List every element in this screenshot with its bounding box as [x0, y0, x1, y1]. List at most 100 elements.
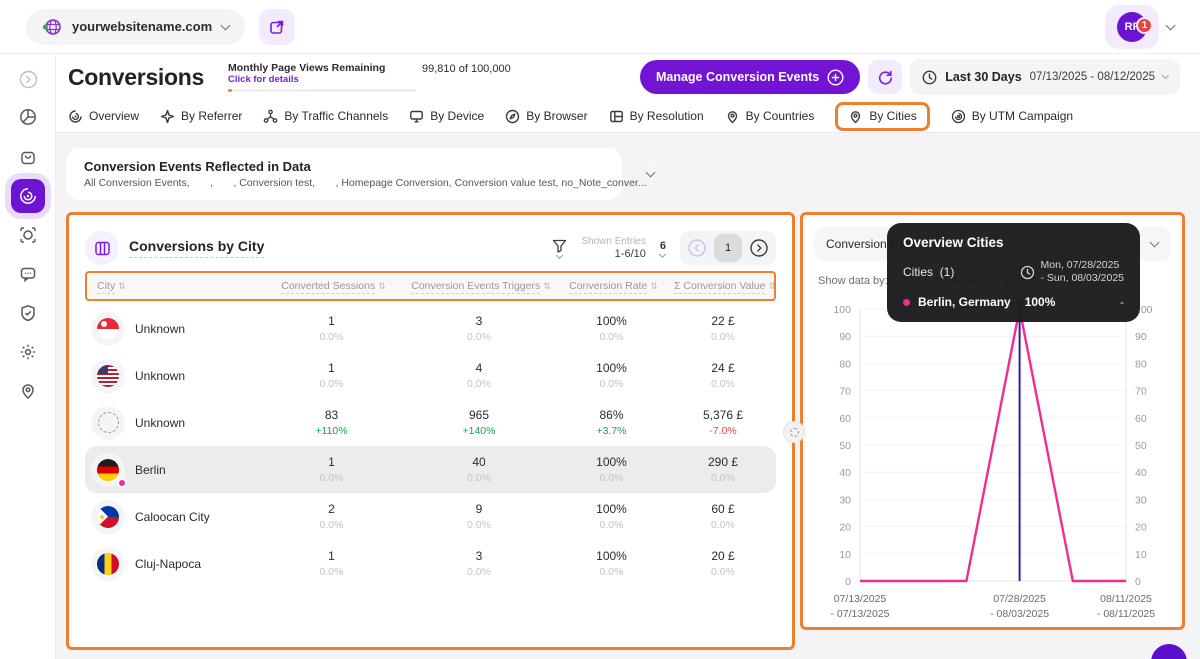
notification-badge: 1 [1136, 17, 1153, 34]
banner-subtitle: All Conversion Events, , , Conversion te… [84, 177, 647, 189]
floating-help-button[interactable] [1151, 644, 1187, 659]
tab-overview[interactable]: Overview [68, 109, 139, 124]
sidebar-item-ecommerce[interactable] [11, 140, 45, 174]
converted-sessions-delta: +110% [264, 425, 399, 437]
table-row[interactable]: Unknown 10.0% 30.0% 100%0.0% 22 £0.0% [85, 305, 776, 352]
conversion-value-value: 290 £ [664, 455, 782, 469]
svg-text:- 08/11/2025: - 08/11/2025 [1097, 608, 1155, 620]
usa-flag [97, 365, 119, 387]
conversion-rate-value: 100% [559, 361, 664, 375]
svg-text:40: 40 [1135, 467, 1147, 479]
sidebar-item-dashboard[interactable] [11, 100, 45, 134]
table-row[interactable]: Caloocan City 20.0% 90.0% 100%0.0% 60 £0… [85, 493, 776, 540]
previous-page-button[interactable] [684, 235, 710, 261]
svg-text:10: 10 [839, 549, 851, 561]
tooltip-series-value: 100% [1025, 295, 1056, 309]
city-name: Unknown [135, 416, 185, 430]
table-row[interactable]: Unknown 83+110% 965+140% 86%+3.7% 5,376 … [85, 399, 776, 446]
germany-flag [97, 459, 119, 481]
account-chevron-icon[interactable] [1166, 20, 1176, 30]
chevron-down-icon [221, 20, 231, 30]
conversion-rate-chart[interactable]: 0010102020303040405050606070708080909010… [814, 297, 1171, 632]
svg-text:0: 0 [845, 576, 851, 588]
converted-sessions-value: 1 [264, 314, 399, 328]
tab-label: By Browser [526, 109, 587, 123]
table-header-row: City⇅ Converted Sessions⇅ Conversion Eve… [85, 271, 776, 301]
date-range-value: 07/13/2025 - 08/12/2025 [1030, 71, 1155, 83]
manage-conversion-events-button[interactable]: Manage Conversion Events [640, 60, 860, 94]
website-name: yourwebsitename.com [72, 19, 212, 34]
table-filter-button[interactable] [552, 239, 567, 258]
sidebar-item-recordings[interactable] [11, 218, 45, 252]
events-triggers-value: 4 [399, 361, 559, 375]
column-conversion-rate[interactable]: Conversion Rate⇅ [561, 280, 666, 292]
chevron-down-icon [1162, 72, 1169, 79]
open-website-button[interactable] [259, 9, 295, 45]
banner-expand-button[interactable] [647, 157, 654, 191]
page-title: Conversions [68, 64, 204, 91]
tab-label: By Cities [869, 109, 916, 123]
tooltip-secondary-value: - [1120, 295, 1124, 309]
table-row[interactable]: Unknown 10.0% 40.0% 100%0.0% 24 £0.0% [85, 352, 776, 399]
panel-resize-handle[interactable] [783, 421, 805, 443]
philippines-flag [97, 506, 119, 528]
tab-label: By Traffic Channels [284, 109, 388, 123]
funnel-icon [552, 239, 567, 253]
tab-label: By Referrer [181, 109, 242, 123]
svg-text:- 07/13/2025: - 07/13/2025 [831, 608, 890, 620]
sort-icon: ⇅ [768, 281, 776, 291]
metric-selector-chevron-button[interactable] [1137, 227, 1171, 261]
quota-details-link[interactable]: Click for details [228, 74, 416, 85]
tooltip-title: Overview Cities [903, 235, 1124, 250]
events-triggers-value: 40 [399, 455, 559, 469]
chart-tooltip: Overview Cities Cities (1) Mon, 07/28/20… [887, 223, 1140, 322]
date-range-selector[interactable]: Last 30 Days 07/13/2025 - 08/12/2025 [910, 59, 1180, 95]
conversion-value-delta: 0.0% [664, 331, 782, 343]
column-conversion-events-triggers[interactable]: Conversion Events Triggers⇅ [401, 280, 561, 292]
tab-by-device[interactable]: By Device [409, 109, 484, 124]
current-page: 1 [714, 234, 742, 262]
chevron-down-icon [645, 168, 655, 178]
tab-by-countries[interactable]: By Countries [725, 109, 815, 124]
sidebar-collapse-button[interactable] [11, 62, 45, 96]
sidebar-item-feedback[interactable] [11, 257, 45, 291]
sidebar-item-privacy[interactable] [11, 296, 45, 330]
conversion-rate-value: 100% [559, 455, 664, 469]
tab-by-referrer[interactable]: By Referrer [160, 109, 242, 124]
tab-by-utm-campaign[interactable]: By UTM Campaign [951, 109, 1073, 124]
page-size-selector[interactable]: 6 [660, 240, 666, 257]
tab-by-cities[interactable]: By Cities [835, 102, 929, 131]
sort-icon: ⇅ [378, 281, 386, 291]
column-conversion-value[interactable]: Σ Conversion Value⇅ [666, 280, 784, 292]
conversion-rate-value: 100% [559, 502, 664, 516]
sort-icon: ⇅ [118, 281, 126, 291]
next-page-button[interactable] [746, 235, 772, 261]
chevron-down-icon [659, 250, 666, 257]
account-menu[interactable]: RF 1 [1105, 5, 1159, 49]
tooltip-group: Cities (1) [903, 265, 954, 279]
svg-text:80: 80 [1135, 358, 1147, 370]
sidebar-item-conversions[interactable] [11, 179, 45, 213]
table-row[interactable]: Cluj-Napoca 10.0% 30.0% 100%0.0% 20 £0.0… [85, 540, 776, 587]
website-selector[interactable]: yourwebsitename.com [26, 9, 245, 45]
clock-icon [1020, 265, 1035, 280]
conversion-value-value: 60 £ [664, 502, 782, 516]
table-row[interactable]: Berlin 10.0% 400.0% 100%0.0% 290 £0.0% [85, 446, 776, 493]
column-city[interactable]: City⇅ [91, 280, 266, 292]
romania-flag [97, 553, 119, 575]
sidebar-item-settings[interactable] [11, 335, 45, 369]
column-converted-sessions[interactable]: Converted Sessions⇅ [266, 280, 401, 292]
compass-icon [160, 109, 175, 124]
website-globe-icon [42, 17, 62, 37]
tab-by-browser[interactable]: By Browser [505, 109, 587, 124]
refresh-button[interactable] [868, 60, 902, 94]
conversion-rate-delta: 0.0% [559, 566, 664, 578]
pagination: 1 [680, 231, 776, 265]
conversion-value-delta: 0.0% [664, 472, 782, 484]
sort-icon: ⇅ [650, 281, 658, 291]
date-preset: Last 30 Days [945, 70, 1021, 84]
tab-by-resolution[interactable]: By Resolution [609, 109, 704, 124]
tab-by-traffic-channels[interactable]: By Traffic Channels [263, 109, 388, 124]
sidebar-item-visitor-location[interactable] [11, 374, 45, 408]
events-triggers-value: 9 [399, 502, 559, 516]
